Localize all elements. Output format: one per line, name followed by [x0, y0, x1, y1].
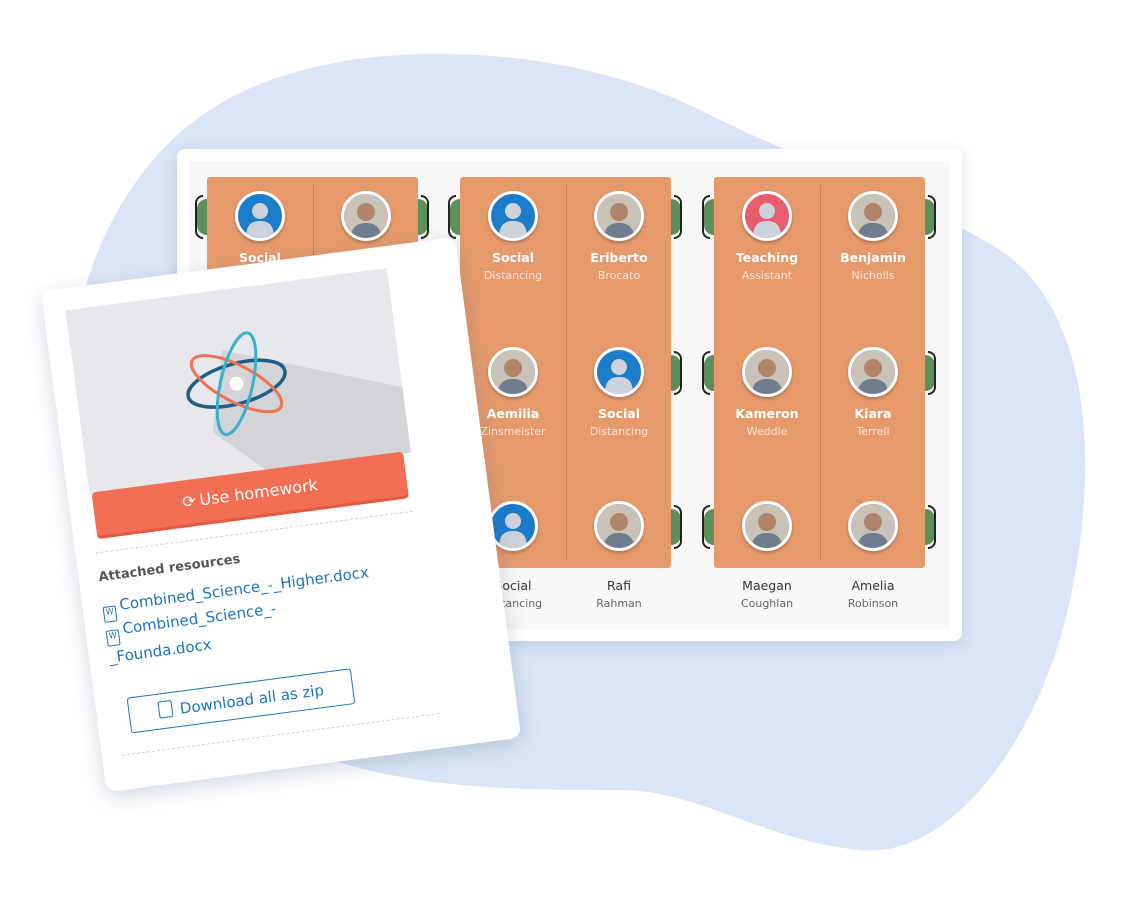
generic-user-icon — [594, 347, 644, 397]
seat[interactable]: Amelia Robinson — [820, 501, 926, 612]
student-last-name: Rahman — [596, 597, 642, 610]
student-last-name: Nicholls — [851, 269, 895, 282]
chair-back — [674, 505, 682, 549]
seat[interactable]: Kameron Weddle — [714, 347, 820, 440]
seat[interactable]: Maegan Coughlan — [714, 501, 820, 612]
refresh-icon: ⟳ — [181, 491, 197, 512]
student-last-name: Brocato — [597, 269, 641, 282]
student-first-name: Social — [597, 406, 640, 421]
student-last-name: Coughlan — [740, 597, 794, 610]
student-last-name: Assistant — [741, 269, 793, 282]
chair-back — [702, 195, 710, 239]
generic-user-icon — [235, 191, 285, 241]
student-last-name: Distancing — [589, 425, 649, 438]
student-avatar — [848, 501, 898, 551]
student-avatar — [594, 191, 644, 241]
seat[interactable] — [313, 191, 419, 241]
chair-back — [674, 195, 682, 239]
student-first-name: Eriberto — [590, 250, 648, 265]
chair-back — [448, 195, 456, 239]
resource-link-label-cont: _Founda.docx — [108, 635, 213, 667]
teaching-assistant-icon — [742, 191, 792, 241]
student-first-name: Social — [491, 250, 534, 265]
generic-user-icon — [488, 191, 538, 241]
student-avatar — [848, 347, 898, 397]
chair-back — [421, 195, 429, 239]
chair-back — [674, 351, 682, 395]
seat[interactable]: Teaching Assistant — [714, 191, 820, 284]
student-avatar — [341, 191, 391, 241]
chair-back — [702, 351, 710, 395]
student-first-name: Amelia — [851, 578, 895, 593]
zip-file-icon — [156, 699, 174, 719]
student-avatar — [848, 191, 898, 241]
student-first-name: Rafi — [607, 578, 631, 593]
student-first-name: Teaching — [735, 250, 799, 265]
student-first-name: Maegan — [742, 578, 792, 593]
chair-back — [928, 195, 936, 239]
seat[interactable]: Eriberto Brocato — [566, 191, 672, 284]
chair-back — [928, 505, 936, 549]
student-avatar — [742, 501, 792, 551]
student-avatar — [594, 501, 644, 551]
seat[interactable]: Rafi Rahman — [566, 501, 672, 612]
use-homework-label: Use homework — [198, 475, 319, 510]
student-last-name: Robinson — [847, 597, 899, 610]
chair-back — [928, 351, 936, 395]
student-last-name: Weddle — [746, 425, 788, 438]
student-last-name: Distancing — [483, 269, 543, 282]
download-zip-button[interactable]: Download all as zip — [126, 668, 356, 734]
student-avatar — [742, 347, 792, 397]
student-last-name: Terrell — [856, 425, 890, 438]
chair-back — [702, 505, 710, 549]
student-first-name: Kameron — [735, 406, 799, 421]
student-first-name: Benjamin — [840, 250, 906, 265]
download-zip-label: Download all as zip — [178, 680, 325, 718]
seat[interactable]: Social Distancing — [460, 191, 566, 284]
seat[interactable]: Social Distancing — [566, 347, 672, 440]
seat[interactable]: Kiara Terrell — [820, 347, 926, 440]
student-first-name: Kiara — [854, 406, 892, 421]
seat[interactable]: Benjamin Nicholls — [820, 191, 926, 284]
word-doc-icon: W — [105, 629, 121, 647]
student-avatar — [488, 347, 538, 397]
chair-back — [195, 195, 203, 239]
homework-card: ⟳Use homework Attached resources W Combin… — [40, 236, 522, 793]
